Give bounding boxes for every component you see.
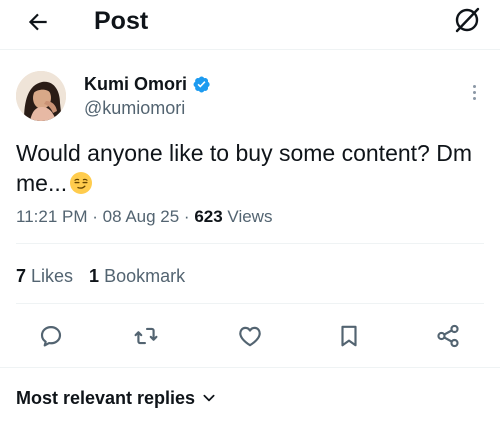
repost-icon — [134, 327, 158, 345]
back-button[interactable] — [24, 8, 52, 36]
verified-badge-icon — [192, 75, 211, 94]
bookmarks-count: 1 — [89, 266, 100, 286]
tweet-time: 11:21 PM — [16, 207, 88, 226]
views-count: 623 — [194, 207, 223, 226]
bookmark-button[interactable] — [335, 322, 363, 350]
tweet-date: 08 Aug 25 — [102, 207, 180, 226]
replies-sort-dropdown[interactable]: Most relevant replies — [16, 387, 217, 409]
more-options-icon[interactable] — [464, 80, 484, 104]
reply-button[interactable] — [37, 322, 65, 350]
tweet-meta: 11:21 PM · 08 Aug 25 · 623 Views — [16, 206, 272, 228]
reply-icon — [40, 326, 62, 347]
profile-photo — [16, 71, 66, 121]
author-name[interactable]: Kumi Omori — [84, 73, 187, 95]
grok-icon — [455, 7, 480, 33]
likes-count: 7 — [16, 266, 27, 286]
author-name-row: Kumi Omori — [84, 73, 211, 95]
divider — [16, 243, 484, 244]
share-icon — [437, 324, 459, 348]
divider — [16, 303, 484, 304]
author-handle[interactable]: @kumiomori — [84, 97, 185, 119]
chevron-down-icon — [203, 394, 215, 402]
bookmark-icon — [341, 325, 357, 347]
smirking-face-emoji-icon — [69, 171, 93, 195]
back-arrow-icon — [28, 13, 47, 31]
page-title: Post — [94, 7, 149, 35]
engagement-stats: 7 Likes 1 Bookmark — [16, 265, 185, 287]
action-bar — [0, 318, 500, 354]
likes-label: Likes — [26, 266, 74, 286]
repost-button[interactable] — [132, 322, 160, 350]
divider — [0, 367, 500, 368]
tweet-text: Would anyone like to buy some content? D… — [16, 138, 486, 198]
grok-button[interactable] — [452, 5, 482, 35]
like-button[interactable] — [236, 322, 264, 350]
likes-stat[interactable]: 7 Likes — [16, 266, 73, 286]
like-icon — [239, 326, 261, 347]
meta-separator: · — [87, 207, 103, 226]
bookmarks-stat[interactable]: 1 Bookmark — [89, 266, 185, 286]
meta-separator: · — [179, 207, 195, 226]
avatar[interactable] — [16, 71, 66, 121]
views-label: Views — [222, 207, 273, 226]
top-bar: Post — [0, 0, 500, 50]
bookmarks-label: Bookmark — [99, 266, 186, 286]
replies-sort-label: Most relevant replies — [16, 388, 196, 408]
share-button[interactable] — [434, 322, 462, 350]
